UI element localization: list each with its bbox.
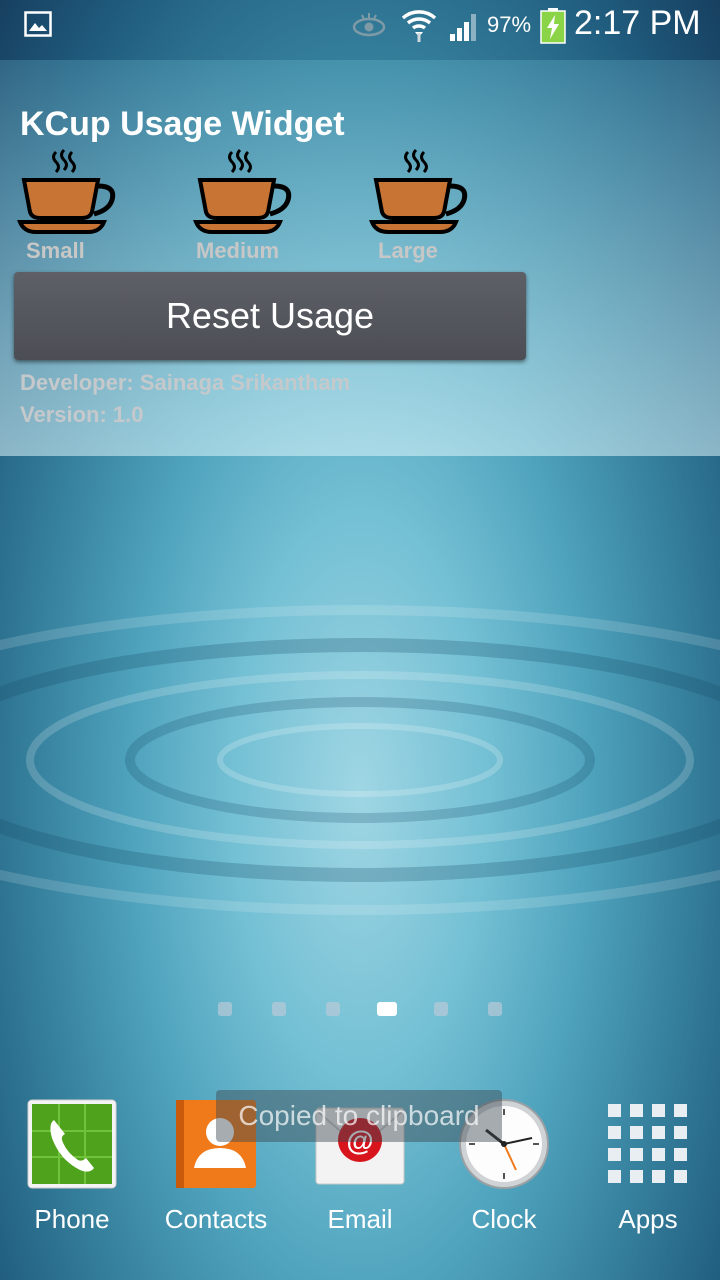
medium-cup-icon[interactable] — [192, 148, 292, 238]
smart-stay-eye-icon — [352, 13, 386, 37]
large-cup-icon[interactable] — [368, 148, 468, 238]
page-dot[interactable] — [272, 1002, 286, 1016]
phone-icon — [27, 1099, 117, 1189]
cup-label-small: Small — [26, 238, 85, 263]
dock-label-email: Email — [327, 1204, 393, 1234]
page-dot-active[interactable] — [377, 1002, 397, 1016]
dock-label-clock: Clock — [471, 1204, 537, 1234]
wifi-icon — [401, 10, 437, 42]
battery-charging-icon — [540, 8, 566, 44]
signal-strength-icon — [450, 14, 476, 41]
page-dot[interactable] — [434, 1002, 448, 1016]
status-bar: 97% 2:17 PM — [0, 0, 720, 50]
developer-credit: Developer: Sainaga Srikantham — [20, 370, 351, 395]
kcup-usage-widget: KCup Usage Widget Small Medium Large Res… — [0, 60, 720, 456]
battery-percent: 97% — [487, 12, 532, 37]
image-notification-icon[interactable] — [24, 11, 52, 37]
dock-item-apps[interactable]: Apps — [588, 1098, 708, 1258]
clock-time: 2:17 PM — [574, 4, 701, 42]
dock-label-phone: Phone — [34, 1204, 110, 1234]
cup-label-large: Large — [378, 238, 438, 263]
dock-label-contacts: Contacts — [164, 1204, 268, 1234]
page-dot[interactable] — [488, 1002, 502, 1016]
dock-item-phone[interactable]: Phone — [12, 1098, 132, 1258]
wallpaper-ripples — [0, 605, 720, 915]
page-dot[interactable] — [326, 1002, 340, 1016]
version-label: Version: 1.0 — [20, 402, 144, 427]
cup-label-medium: Medium — [196, 238, 280, 263]
reset-usage-button[interactable]: Reset Usage — [14, 272, 526, 360]
dock-label-apps: Apps — [618, 1204, 678, 1234]
home-page-indicator — [0, 1002, 720, 1016]
apps-grid-icon — [608, 1104, 687, 1183]
widget-title: KCup Usage Widget — [20, 105, 345, 143]
page-dot[interactable] — [218, 1002, 232, 1016]
copied-toast: Copied to clipboard — [216, 1090, 502, 1142]
small-cup-icon[interactable] — [16, 148, 116, 238]
